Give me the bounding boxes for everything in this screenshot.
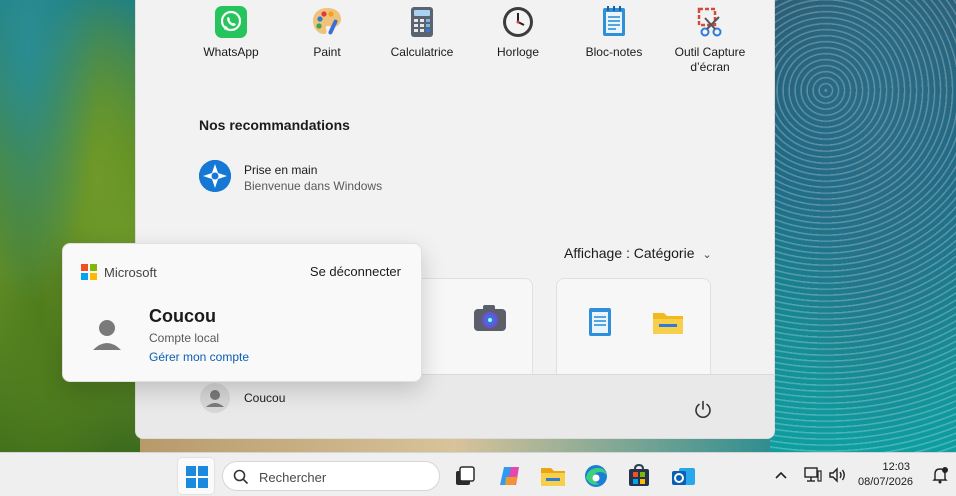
view-category-dropdown[interactable]: Affichage : Catégorie ⌄ bbox=[564, 245, 712, 261]
task-view-button[interactable] bbox=[446, 457, 484, 495]
copilot-button[interactable] bbox=[491, 457, 529, 495]
category-folder-2[interactable] bbox=[556, 278, 711, 388]
paint-palette-icon bbox=[310, 5, 344, 39]
search-icon bbox=[233, 469, 249, 485]
task-view-icon bbox=[456, 466, 475, 485]
wallpaper-right-sea bbox=[770, 0, 956, 452]
outlook-icon bbox=[672, 468, 695, 485]
show-hidden-icons-chevron-up-icon[interactable] bbox=[771, 465, 791, 485]
taskbar-clock[interactable]: 12:03 08/07/2026 bbox=[858, 460, 914, 490]
whatsapp-icon bbox=[214, 5, 248, 39]
start-icon bbox=[186, 466, 208, 488]
file-explorer-icon bbox=[651, 307, 685, 337]
pinned-app-notepad[interactable]: Bloc-notes bbox=[559, 1, 669, 60]
clock-date: 08/07/2026 bbox=[858, 476, 914, 488]
file-explorer-icon bbox=[541, 468, 565, 486]
pinned-app-clock[interactable]: Horloge bbox=[463, 1, 573, 60]
search-placeholder: Rechercher bbox=[259, 470, 327, 485]
notepad-icon bbox=[585, 305, 615, 339]
edge-button[interactable] bbox=[577, 457, 615, 495]
taskbar: Rechercher 12:03 08/07/2026 bbox=[0, 452, 956, 496]
pinned-app-paint[interactable]: Paint bbox=[272, 1, 382, 60]
store-icon bbox=[629, 463, 649, 486]
notifications-bell-icon[interactable] bbox=[930, 465, 950, 485]
pinned-app-label: Outil Capture d’écran bbox=[674, 45, 746, 74]
pinned-app-label: Bloc-notes bbox=[585, 45, 643, 59]
recommendations-title: Nos recommandations bbox=[199, 117, 350, 133]
outlook-button[interactable] bbox=[664, 457, 702, 495]
snipping-tool-icon bbox=[693, 5, 727, 39]
user-avatar-icon bbox=[200, 383, 230, 413]
microsoft-logo-icon bbox=[81, 264, 97, 280]
pinned-app-label: WhatsApp bbox=[203, 45, 259, 59]
account-flyout: Microsoft Se déconnecter Coucou Compte l… bbox=[62, 243, 422, 382]
power-icon bbox=[695, 400, 711, 418]
pinned-app-label: Calculatrice bbox=[390, 45, 454, 59]
calculator-icon bbox=[405, 5, 439, 39]
edge-icon bbox=[585, 465, 607, 487]
power-button[interactable] bbox=[692, 399, 714, 421]
clock-time: 12:03 bbox=[882, 461, 910, 473]
pinned-app-snipping-tool[interactable]: Outil Capture d’écran bbox=[655, 1, 765, 75]
microsoft-brand-label: Microsoft bbox=[104, 265, 157, 280]
camera-icon bbox=[473, 303, 507, 333]
account-avatar-icon bbox=[87, 314, 127, 354]
store-button[interactable] bbox=[620, 457, 658, 495]
account-name: Coucou bbox=[149, 306, 216, 326]
manage-account-link[interactable]: Gérer mon compte bbox=[149, 350, 249, 364]
pinned-apps-row: WhatsApp Paint Calculatrice Horloge Bloc… bbox=[176, 1, 756, 81]
user-name-label: Coucou bbox=[244, 391, 286, 405]
user-account-button[interactable]: Coucou bbox=[200, 383, 285, 413]
copilot-icon bbox=[500, 467, 519, 485]
pinned-app-label: Horloge bbox=[496, 45, 540, 59]
volume-icon[interactable] bbox=[827, 465, 847, 485]
pinned-app-whatsapp[interactable]: WhatsApp bbox=[176, 1, 286, 60]
view-category-label: Affichage : Catégorie bbox=[564, 245, 695, 261]
chevron-down-icon: ⌄ bbox=[702, 249, 712, 261]
recommendation-subtitle: Bienvenue dans Windows bbox=[244, 179, 383, 193]
recommendation-item-get-started[interactable]: Prise en main Bienvenue dans Windows bbox=[199, 160, 459, 200]
notepad-icon bbox=[597, 5, 631, 39]
taskbar-search-box[interactable]: Rechercher bbox=[222, 461, 440, 491]
pinned-app-label: Paint bbox=[313, 45, 341, 59]
clock-icon bbox=[501, 5, 535, 39]
file-explorer-button[interactable] bbox=[534, 457, 572, 495]
get-started-icon bbox=[199, 160, 231, 192]
wallpaper-left-cliffs bbox=[0, 0, 140, 452]
pinned-app-calculator[interactable]: Calculatrice bbox=[367, 1, 477, 60]
network-icon[interactable] bbox=[803, 465, 823, 485]
start-button[interactable] bbox=[177, 457, 215, 495]
sign-out-button[interactable]: Se déconnecter bbox=[310, 264, 401, 279]
recommendation-name: Prise en main bbox=[244, 163, 318, 177]
account-type: Compte local bbox=[149, 331, 220, 345]
